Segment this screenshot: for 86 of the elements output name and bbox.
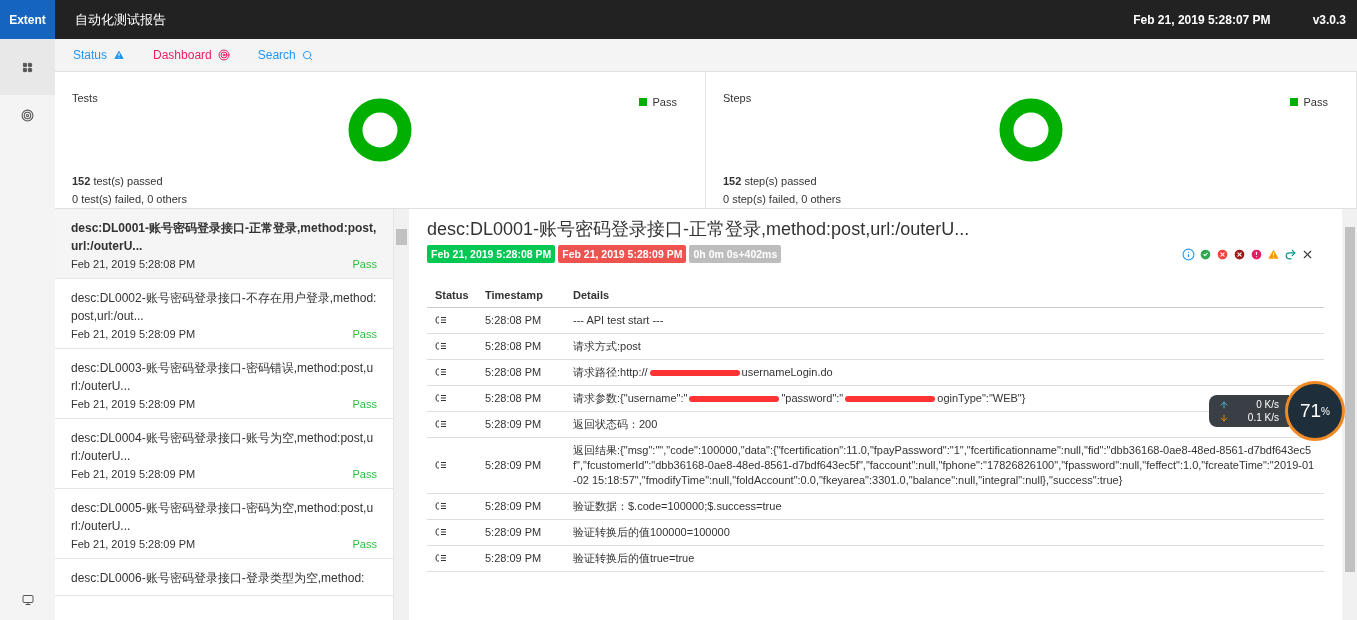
- report-timestamp: Feb 21, 2019 5:28:07 PM: [1133, 12, 1271, 27]
- test-name: desc:DL0001-账号密码登录接口-正常登录,method:post,url:/outerU...: [71, 220, 377, 255]
- step-time: 5:28:09 PM: [477, 411, 565, 438]
- test-status: Pass: [352, 258, 377, 270]
- passed-count: 152 test(s) passed: [72, 174, 164, 189]
- time-badge: Feb 21, 2019 5:28:09 PM: [558, 245, 687, 263]
- test-title: desc:DL0001-账号密码登录接口-正常登录,method:post,url:/outerU...: [427, 218, 971, 241]
- scrollbar[interactable]: [1342, 209, 1357, 620]
- step-time: 5:28:08 PM: [477, 307, 565, 334]
- step-details: --- API test start ---: [565, 307, 1324, 334]
- step-time: 5:28:09 PM: [477, 519, 565, 546]
- log-icon: [435, 394, 447, 402]
- passed-count: 152 step(s) passed: [723, 174, 818, 189]
- scrollbar[interactable]: [394, 209, 409, 620]
- donut-chart: [999, 98, 1063, 162]
- log-icon: [435, 461, 447, 469]
- legend-swatch: [638, 98, 647, 106]
- upload-speed: 0 K/s: [1256, 399, 1279, 410]
- warning-icon: [113, 49, 126, 61]
- test-status: Pass: [352, 538, 377, 550]
- target-icon: [21, 108, 34, 122]
- x-circle-icon[interactable]: [1216, 247, 1229, 261]
- test-time: Feb 21, 2019 5:28:09 PM: [71, 468, 196, 480]
- step-details: 请求方式:post: [565, 333, 1324, 360]
- log-icon: [435, 528, 447, 536]
- card-title: Steps: [723, 92, 752, 104]
- step-details: 验证转换后的值100000=100000: [565, 519, 1324, 546]
- download-speed: 0.1 K/s: [1247, 412, 1279, 423]
- legend-swatch: [1289, 98, 1298, 106]
- test-name: desc:DL0002-账号密码登录接口-不存在用户登录,method:post,url:/out...: [71, 290, 377, 325]
- step-details: 请求路径:http:// usernameLogin.do: [565, 359, 1324, 386]
- step-details: 验证转换后的值true=true: [565, 545, 1324, 572]
- step-time: 5:28:08 PM: [477, 359, 565, 386]
- test-status: Pass: [352, 398, 377, 410]
- column-header: Details: [565, 285, 1324, 308]
- step-time: 5:28:09 PM: [477, 545, 565, 572]
- target-icon: [217, 49, 230, 61]
- info-icon[interactable]: [1182, 247, 1195, 261]
- test-status: Pass: [352, 328, 377, 340]
- brand-logo[interactable]: Extent: [0, 0, 55, 39]
- log-icon: [435, 342, 447, 350]
- nav-link[interactable]: Dashboard: [153, 48, 230, 62]
- log-icon: [435, 554, 447, 562]
- monitor-icon: [21, 594, 34, 606]
- test-item[interactable]: desc:DL0001-账号密码登录接口-正常登录,method:post,url:/outerU... Feb 21, 2019 5:28:08 PM Pass: [55, 209, 393, 279]
- report-title: 自动化测试报告: [75, 10, 167, 29]
- step-time: 5:28:09 PM: [477, 493, 565, 520]
- test-time: Feb 21, 2019 5:28:09 PM: [71, 538, 196, 550]
- log-icon: [435, 420, 447, 428]
- test-status: Pass: [352, 468, 377, 480]
- version-label: v3.0.3: [1312, 12, 1346, 27]
- step-time: 5:28:08 PM: [477, 385, 565, 412]
- test-name: desc:DL0003-账号密码登录接口-密码错误,method:post,url:/outerU...: [71, 360, 375, 395]
- x-circle-icon[interactable]: [1233, 247, 1246, 261]
- card-title: Tests: [72, 92, 98, 104]
- upload-arrow-icon: [1219, 399, 1229, 410]
- legend-label: Pass: [652, 96, 677, 108]
- test-name: desc:DL0004-账号密码登录接口-账号为空,method:post,url:/outerU...: [71, 430, 375, 465]
- failed-summary: 0 test(s) failed, 0 others: [72, 192, 188, 207]
- test-time: Feb 21, 2019 5:28:09 PM: [71, 398, 196, 410]
- step-details: 返回结果:{"msg":"","code":100000,"data":{"fcertification":11.0,"fpayPassword":"1","fcertificationname":null,"fid":"dbb36168-0ae8-48ed-8561-d7bdf643ec5f","fcustomerId":"dbb36168-0ae8-48ed-8561-d7bdf643ec5f","faccount":null,"fphone":"17826826100","fpassword":null,"feffect":1.0,"fcreateTime":"2019-01-02 15:18:57","fmodifyTime":null,"foldAccount":0.0,"fkeyarea":3301.0,"balance":null,"integral":null},"success":true}: [565, 437, 1324, 494]
- time-badge: Feb 21, 2019 5:28:08 PM: [427, 245, 556, 263]
- test-time: Feb 21, 2019 5:28:08 PM: [71, 258, 196, 270]
- warning-icon[interactable]: [1267, 247, 1280, 261]
- log-icon: [435, 502, 447, 510]
- log-icon: [435, 368, 447, 376]
- test-name: desc:DL0005-账号密码登录接口-密码为空,method:post,url:/outerU...: [71, 500, 375, 535]
- legend-label: Pass: [1303, 96, 1328, 108]
- test-name: desc:DL0006-账号密码登录接口-登录类型为空,method:: [71, 570, 366, 587]
- time-badge: 0h 0m 0s+402ms: [689, 245, 782, 263]
- failed-summary: 0 step(s) failed, 0 others: [723, 192, 842, 207]
- step-details: 验证数据：$.code=100000;$.success=true: [565, 493, 1324, 520]
- exclamation-icon[interactable]: [1250, 247, 1263, 261]
- step-time: 5:28:09 PM: [477, 437, 565, 494]
- usage-gauge: 71%: [1285, 381, 1345, 441]
- check-icon[interactable]: [1199, 247, 1212, 261]
- download-arrow-icon: [1219, 412, 1229, 423]
- column-header: Status: [427, 285, 477, 308]
- step-time: 5:28:08 PM: [477, 333, 565, 360]
- test-time: Feb 21, 2019 5:28:09 PM: [71, 328, 196, 340]
- log-icon: [435, 316, 447, 324]
- column-header: Timestamp: [477, 285, 565, 308]
- search-icon: [301, 49, 313, 61]
- sidebar-item[interactable]: [0, 39, 55, 95]
- donut-chart: [348, 98, 412, 162]
- grid-icon: [22, 61, 33, 73]
